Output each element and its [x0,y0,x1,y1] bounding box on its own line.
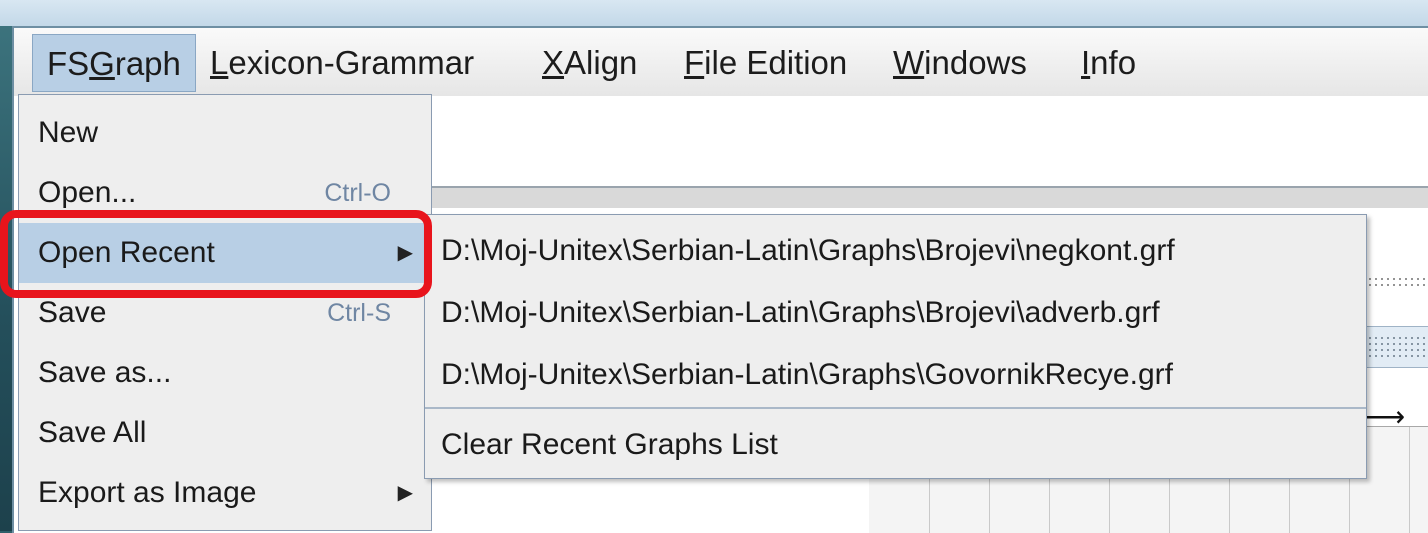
menu-lexicon-mnemonic: L [210,44,229,81]
menu-item-export-as-image[interactable]: Export as Image ▶ [19,463,431,523]
menu-xalign[interactable]: XAlign [542,34,637,92]
recent-graph-path: D:\Moj-Unitex\Serbian-Latin\Graphs\Govor… [441,358,1173,391]
menu-fsgraph-post: raph [114,45,181,82]
menu-file-edition[interactable]: File Edition [684,34,847,92]
menu-lexicon-post: exicon-Grammar [228,44,475,81]
menu-item-label: Save as... [38,356,172,389]
menu-fsgraph-mnemonic: G [89,45,115,82]
menu-windows[interactable]: Windows [893,34,1027,92]
menu-item-new[interactable]: New [19,103,431,163]
recent-graph-item[interactable]: D:\Moj-Unitex\Serbian-Latin\Graphs\Broje… [425,221,1366,281]
recent-graph-item[interactable]: D:\Moj-Unitex\Serbian-Latin\Graphs\Govor… [425,345,1366,405]
menu-windows-mnemonic: W [893,44,925,81]
menu-fsgraph[interactable]: FSGraph [32,34,196,92]
recent-graph-item[interactable]: D:\Moj-Unitex\Serbian-Latin\Graphs\Broje… [425,283,1366,343]
window-title-strip [0,0,1428,26]
clear-recent-label: Clear Recent Graphs List [441,428,778,461]
menu-file-mnemonic: F [684,44,705,81]
transition-arrow-icon: ⟶ [1365,401,1406,432]
menu-item-save-all[interactable]: Save All [19,403,431,463]
menu-fsgraph-pre: FS [47,45,90,82]
menu-xalign-mnemonic: X [542,44,565,81]
menu-item-label: Save All [38,416,147,449]
recent-graph-path: D:\Moj-Unitex\Serbian-Latin\Graphs\Broje… [441,234,1175,267]
clear-recent-graphs-item[interactable]: Clear Recent Graphs List [425,415,1366,475]
menu-info[interactable]: Info [1081,34,1136,92]
menu-item-label: Export as Image [38,476,257,509]
annotation-highlight-box [0,210,432,298]
submenu-separator [425,407,1366,409]
menu-file-post: ile Edition [704,44,848,81]
menu-info-post: nfo [1090,44,1137,81]
menu-item-save-as[interactable]: Save as... [19,343,431,403]
menu-windows-post: indows [924,44,1027,81]
menu-info-mnemonic: I [1081,44,1091,81]
submenu-arrow-icon: ▶ [397,482,413,504]
inner-frame-border [414,186,1428,208]
menu-item-label: New [38,116,99,149]
menu-bar: FSGraph Lexicon-Grammar XAlign File Edit… [14,28,1428,97]
menu-lexicon-grammar[interactable]: Lexicon-Grammar [210,34,474,92]
recent-graph-path: D:\Moj-Unitex\Serbian-Latin\Graphs\Broje… [441,296,1160,329]
menu-xalign-post: Align [564,44,638,81]
open-recent-submenu: D:\Moj-Unitex\Serbian-Latin\Graphs\Broje… [424,214,1367,479]
fsgraph-dropdown-menu: New Open... Ctrl-O Open Recent ▶ Save Ct… [18,94,432,531]
titlebar-grip-dots [1367,335,1427,357]
